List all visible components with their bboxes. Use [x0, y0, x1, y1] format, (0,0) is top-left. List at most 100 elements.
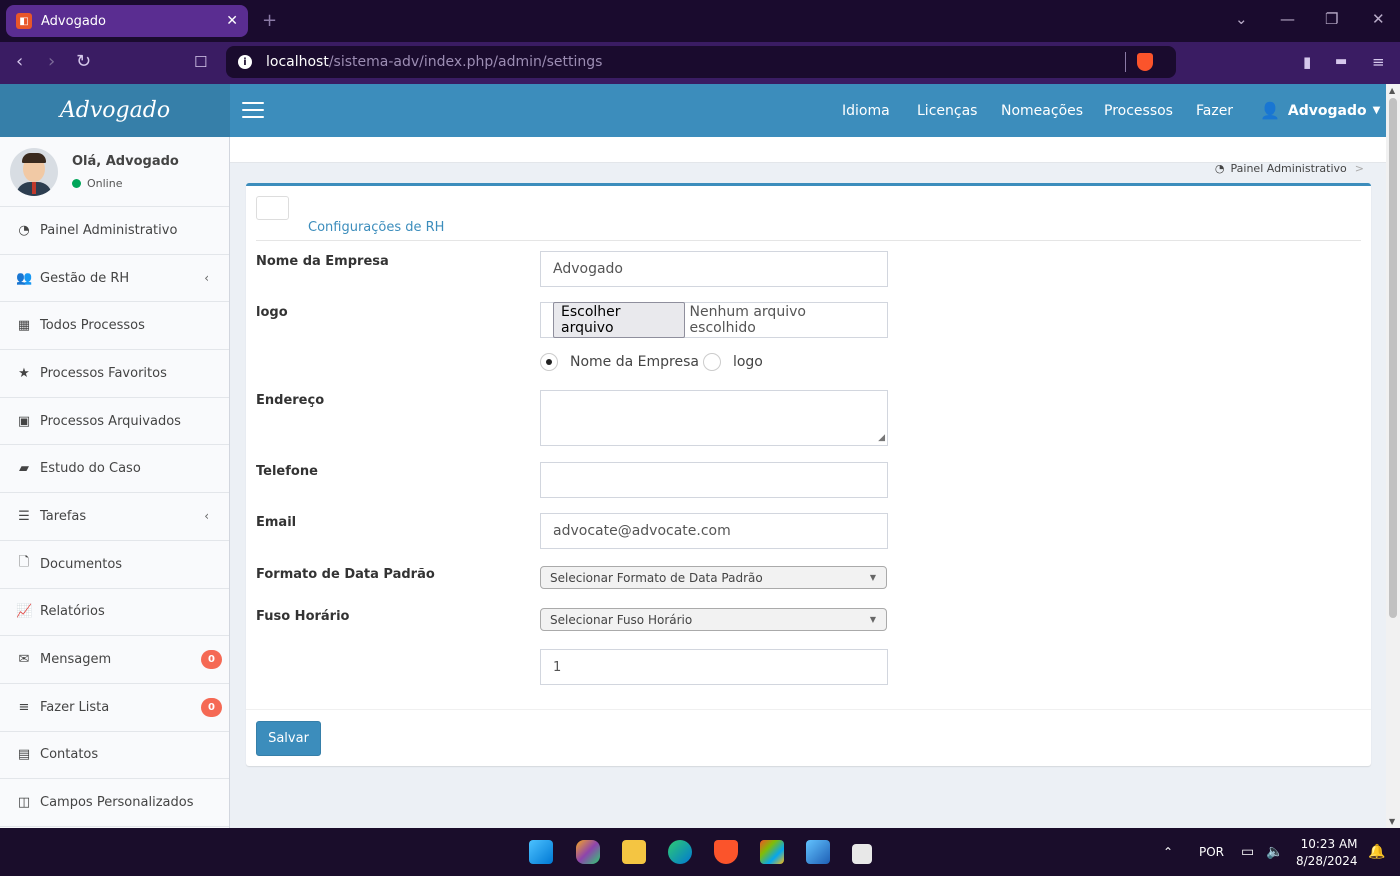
timezone-select[interactable]: Selecionar Fuso Horário ▼: [540, 608, 887, 631]
date-format-select[interactable]: Selecionar Formato de Data Padrão ▼: [540, 566, 887, 589]
user-status: Online: [72, 177, 179, 190]
taskbar-clock[interactable]: 10:23 AM 8/28/2024: [1296, 836, 1358, 870]
breadcrumb-current[interactable]: Painel Administrativo: [1231, 162, 1347, 175]
page-scrollbar[interactable]: ▲ ▼: [1386, 84, 1400, 828]
back-icon[interactable]: ‹: [16, 52, 23, 72]
sidebar-item-painel-administrativo[interactable]: ◔ Painel Administrativo: [0, 207, 229, 255]
sidebar-item-mensagem[interactable]: ✉ Mensagem 0: [0, 636, 229, 684]
nav-licencas[interactable]: Licenças: [917, 84, 977, 137]
sidebar-item-gestao-de-rh[interactable]: 👥 Gestão de RH ‹: [0, 255, 229, 303]
bookmark-icon[interactable]: ☐: [194, 52, 207, 72]
sidebar-item-campos-personalizados[interactable]: ◫ Campos Personalizados: [0, 779, 229, 827]
site-info-icon[interactable]: i: [238, 55, 252, 69]
brave-shield-icon[interactable]: [1137, 53, 1153, 71]
logo-file-input[interactable]: Escolher arquivo Nenhum arquivo escolhid…: [540, 302, 888, 338]
date-format-value: Selecionar Formato de Data Padrão: [550, 570, 763, 585]
brave-icon[interactable]: [714, 840, 738, 864]
sidebar-toggle-hamburger-icon[interactable]: [242, 102, 264, 118]
user-menu[interactable]: 👤 Advogado ▼: [1260, 84, 1380, 137]
file-explorer-icon[interactable]: [622, 840, 646, 864]
radio-logo-label: logo: [732, 354, 763, 370]
header-tab-button[interactable]: [256, 196, 289, 220]
photos-icon[interactable]: [806, 840, 830, 864]
copilot-icon[interactable]: [576, 840, 600, 864]
snipping-tool-icon[interactable]: [852, 844, 872, 864]
star-icon: ★: [18, 365, 30, 381]
nav-idioma[interactable]: Idioma: [842, 84, 890, 137]
resize-grip-icon[interactable]: ◢: [878, 433, 885, 443]
sidebar-item-tarefas[interactable]: ☰ Tarefas ‹: [0, 493, 229, 541]
tab-search-chevron-icon[interactable]: ⌄: [1235, 10, 1248, 28]
sidebar-item-processos-favoritos[interactable]: ★ Processos Favoritos: [0, 350, 229, 398]
browser-tab[interactable]: ◧ Advogado ✕: [6, 5, 248, 37]
radio-logo[interactable]: [702, 353, 721, 371]
sidebar-item-label: Contatos: [40, 747, 99, 763]
url-separator: [1125, 52, 1126, 72]
app-logo[interactable]: Advogado: [0, 84, 230, 137]
phone-input[interactable]: [540, 462, 888, 498]
company-name-input[interactable]: Advogado: [540, 251, 888, 287]
tray-overflow-icon[interactable]: ⌃: [1163, 828, 1173, 876]
company-name-label: Nome da Empresa: [256, 254, 389, 269]
notification-bell-icon[interactable]: 🔔: [1368, 828, 1385, 876]
users-icon: 👥: [16, 270, 33, 286]
close-tab-icon[interactable]: ✕: [226, 13, 238, 29]
chevron-left-icon: ‹: [204, 271, 209, 286]
sidebar-item-relatorios[interactable]: 📈 Relatórios: [0, 589, 229, 637]
user-panel: Olá, Advogado Online: [0, 137, 229, 207]
close-window-icon[interactable]: ✕: [1372, 10, 1385, 28]
sidebar-toggle-icon[interactable]: ▮: [1303, 52, 1311, 72]
app-top-bar: Idioma Licenças Nomeações Processos Faze…: [230, 84, 1386, 137]
sidebar-item-label: Gestão de RH: [40, 270, 130, 286]
start-icon[interactable]: [529, 840, 553, 864]
todo-count-badge: 0: [201, 697, 222, 717]
online-dot-icon: [72, 178, 81, 188]
save-button[interactable]: Salvar: [256, 721, 321, 756]
language-indicator[interactable]: POR: [1199, 828, 1224, 876]
settings-title[interactable]: Configurações de RH: [308, 220, 444, 235]
sidebar-item-label: Estudo do Caso: [40, 461, 141, 477]
browser-tab-bar: ◧ Advogado ✕ + ⌄ — ❐ ✕: [0, 0, 1400, 42]
settings-box-header: Configurações de RH: [256, 196, 1361, 241]
extra-number-input[interactable]: 1: [540, 649, 888, 685]
scrollbar-thumb[interactable]: [1389, 98, 1397, 618]
reload-icon[interactable]: ↻: [76, 52, 91, 72]
email-label: Email: [256, 515, 297, 530]
tab-title: Advogado: [41, 13, 106, 29]
list-icon: ≡: [18, 699, 30, 715]
browser-menu-icon[interactable]: ≡: [1372, 52, 1385, 72]
network-icon[interactable]: ▭: [1241, 828, 1254, 876]
scroll-down-icon[interactable]: ▼: [1389, 817, 1395, 826]
edge-icon[interactable]: [668, 840, 692, 864]
xampp-favicon-icon: ◧: [16, 13, 32, 29]
columns-icon: ◫: [17, 795, 31, 811]
choose-file-button[interactable]: Escolher arquivo: [553, 302, 685, 338]
main-content: ◔ Painel Administrativo > Configurações …: [230, 137, 1386, 828]
sidebar-item-contatos[interactable]: ▤ Contatos: [0, 732, 229, 780]
radio-company-name[interactable]: [540, 353, 558, 371]
forward-icon[interactable]: ›: [48, 52, 55, 72]
settings-box: Configurações de RH Nome da Empresa Advo…: [246, 183, 1371, 766]
sidebar-item-label: Relatórios: [40, 604, 105, 620]
volume-icon[interactable]: 🔈: [1266, 828, 1283, 876]
grid-icon: ▦: [17, 318, 31, 334]
sidebar-item-documentos[interactable]: 🗋 Documentos: [0, 541, 229, 589]
scroll-up-icon[interactable]: ▲: [1389, 86, 1395, 95]
address-bar[interactable]: i localhost /sistema-adv/index.php/admin…: [226, 46, 1176, 78]
minimize-icon[interactable]: —: [1280, 10, 1295, 28]
nav-processos[interactable]: Processos: [1104, 84, 1173, 137]
sidebar-item-todos-processos[interactable]: ▦ Todos Processos: [0, 302, 229, 351]
sidebar-item-fazer-lista[interactable]: ≡ Fazer Lista 0: [0, 684, 229, 732]
nav-nomeacoes[interactable]: Nomeações: [1001, 84, 1083, 137]
store-icon[interactable]: [760, 840, 784, 864]
address-textarea[interactable]: ◢: [540, 390, 888, 446]
sidebar-item-label: Painel Administrativo: [40, 222, 178, 238]
email-input[interactable]: advocate@advocate.com: [540, 513, 888, 549]
sidebar-item-estudo-do-caso[interactable]: ▰ Estudo do Caso: [0, 445, 229, 494]
restore-icon[interactable]: ❐: [1325, 10, 1338, 28]
new-tab-icon[interactable]: +: [262, 10, 277, 31]
tasks-icon: ☰: [18, 508, 30, 524]
nav-fazer[interactable]: Fazer: [1196, 84, 1233, 137]
sidebar-item-processos-arquivados[interactable]: ▣ Processos Arquivados: [0, 398, 229, 446]
brave-wallet-icon[interactable]: ▬: [1335, 52, 1347, 72]
